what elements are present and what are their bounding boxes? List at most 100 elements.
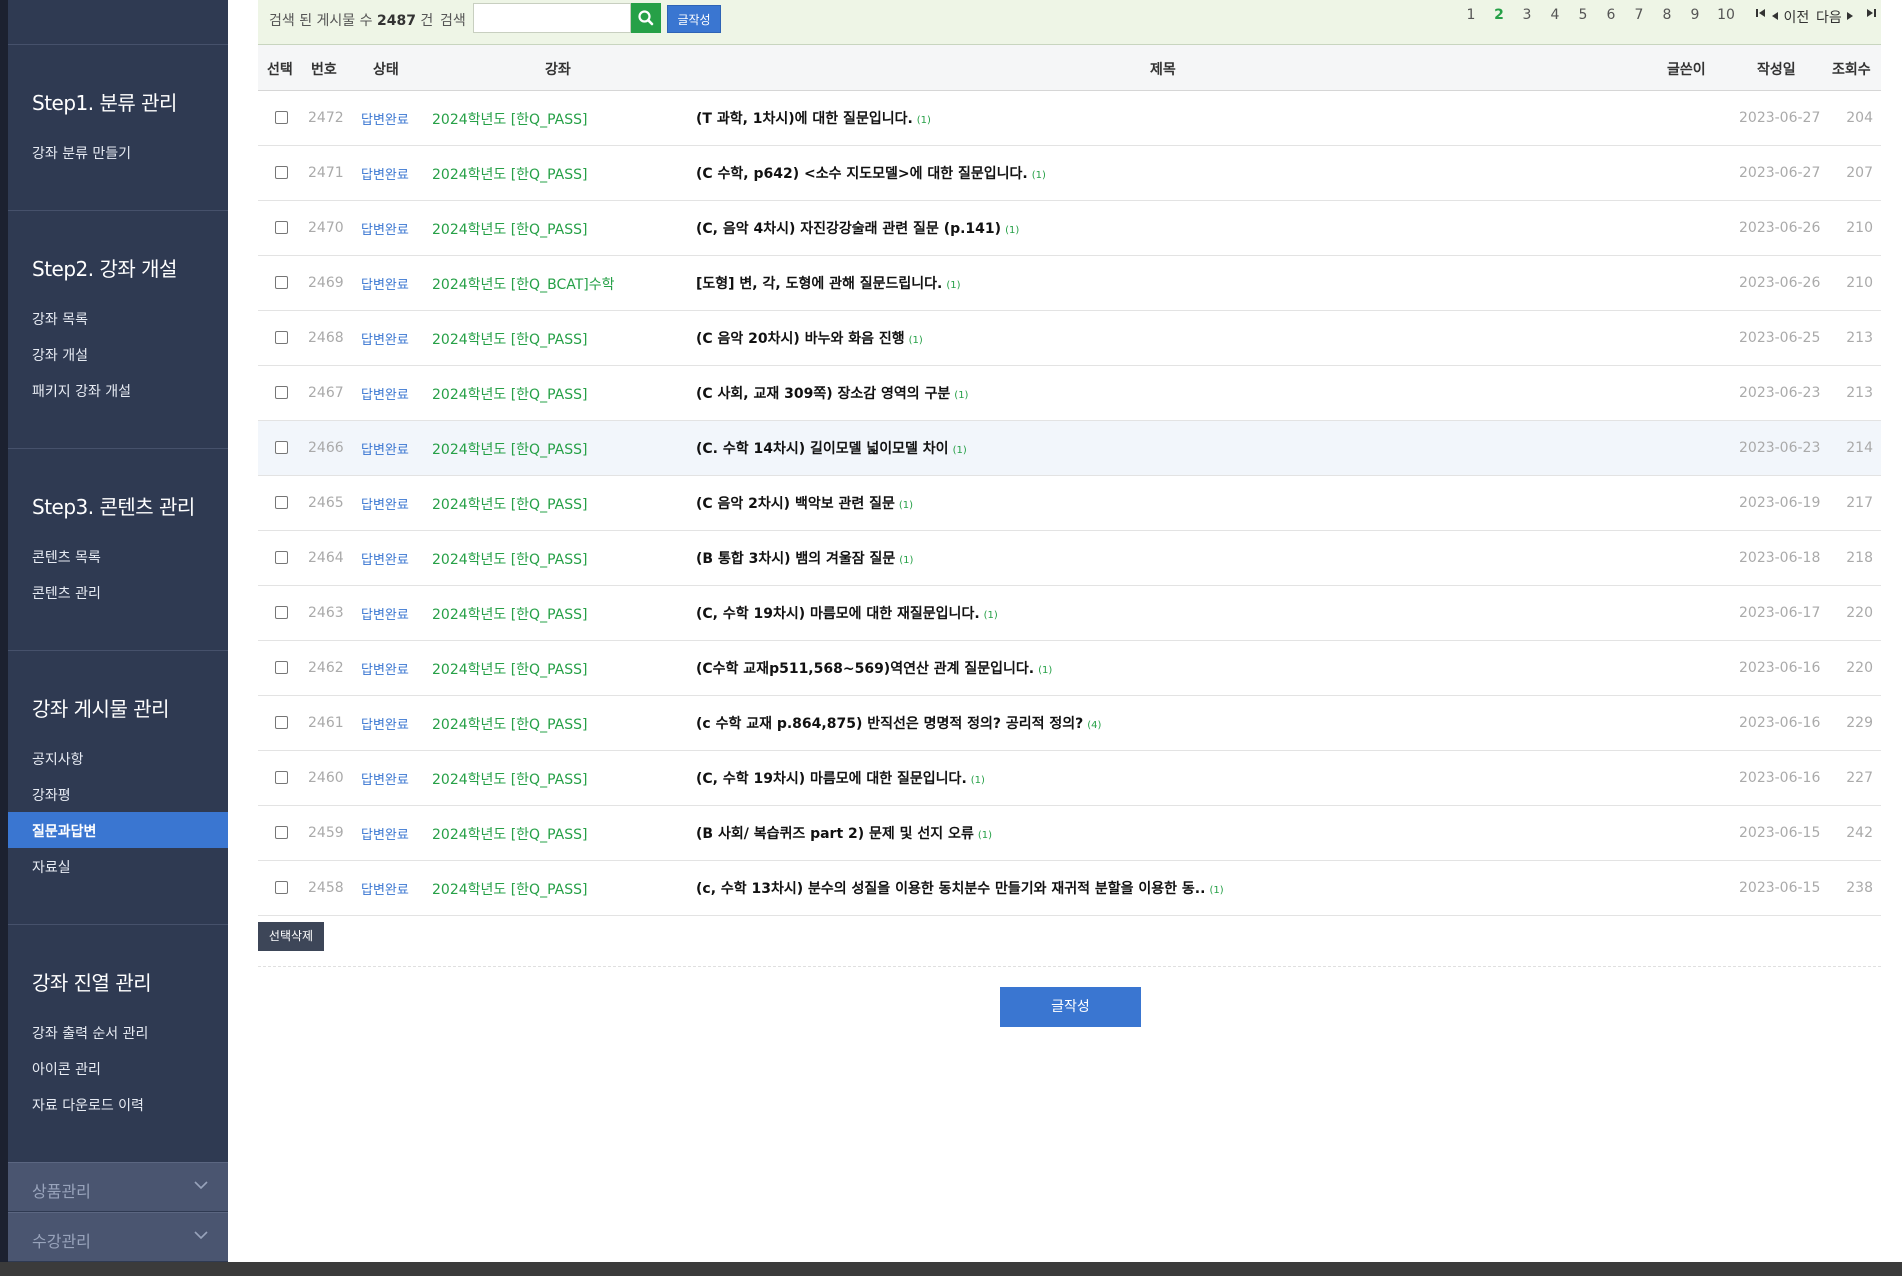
table-row[interactable]: 2462 답변완료 2024학년도 [한Q_PASS] (C수학 교재p511,…: [258, 641, 1881, 696]
row-checkbox[interactable]: [275, 716, 288, 729]
table-row[interactable]: 2466 답변완료 2024학년도 [한Q_PASS] (C. 수학 14차시)…: [258, 421, 1881, 476]
row-checkbox[interactable]: [275, 441, 288, 454]
table-row[interactable]: 2472 답변완료 2024학년도 [한Q_PASS] (T 과학, 1차시)에…: [258, 91, 1881, 146]
table-row[interactable]: 2469 답변완료 2024학년도 [한Q_BCAT]수학 [도형] 변, 각,…: [258, 256, 1881, 311]
table-row[interactable]: 2471 답변완료 2024학년도 [한Q_PASS] (C 수학, p642)…: [258, 146, 1881, 201]
row-checkbox[interactable]: [275, 496, 288, 509]
table-row[interactable]: 2468 답변완료 2024학년도 [한Q_PASS] (C 음악 20차시) …: [258, 311, 1881, 366]
page-link-7[interactable]: 7: [1629, 7, 1649, 23]
row-checkbox[interactable]: [275, 331, 288, 344]
row-title-link[interactable]: (C 음악 2차시) 백악보 관련 질문 (1): [696, 493, 913, 513]
table-row[interactable]: 2459 답변완료 2024학년도 [한Q_PASS] (B 사회/ 복습퀴즈 …: [258, 806, 1881, 861]
write-button[interactable]: 글작성: [1000, 987, 1141, 1027]
row-checkbox[interactable]: [275, 276, 288, 289]
sidebar-item-review[interactable]: 강좌평: [32, 785, 71, 805]
sidebar-section-title: Step1. 분류 관리: [32, 91, 177, 115]
row-checkbox[interactable]: [275, 386, 288, 399]
row-number: 2470: [308, 220, 344, 236]
table-row[interactable]: 2467 답변완료 2024학년도 [한Q_PASS] (C 사회, 교재 30…: [258, 366, 1881, 421]
row-title-link[interactable]: (B 통합 3차시) 뱀의 겨울잠 질문 (1): [696, 548, 913, 568]
row-title-link[interactable]: [도형] 변, 각, 도형에 관해 질문드립니다. (1): [696, 273, 961, 293]
sidebar-collapse-enrollment[interactable]: 수강관리: [8, 1212, 228, 1261]
page-link-10[interactable]: 10: [1711, 7, 1741, 23]
row-date: 2023-06-17: [1739, 605, 1821, 621]
sidebar-item-course-list[interactable]: 강좌 목록: [32, 309, 88, 329]
row-title-link[interactable]: (C 사회, 교재 309쪽) 장소감 영역의 구분 (1): [696, 383, 968, 403]
page-link-9[interactable]: 9: [1685, 7, 1705, 23]
sidebar-item-course-order[interactable]: 강좌 출력 순서 관리: [32, 1023, 148, 1043]
sidebar-section-title: 강좌 게시물 관리: [32, 697, 170, 721]
row-status: 답변완료: [361, 773, 409, 788]
row-title-link[interactable]: (C, 수학 19차시) 마름모에 대한 질문입니다. (1): [696, 768, 985, 788]
page-link-4[interactable]: 4: [1545, 7, 1565, 23]
sidebar-item-notice[interactable]: 공지사항: [32, 749, 84, 769]
table-row[interactable]: 2461 답변완료 2024학년도 [한Q_PASS] (c 수학 교재 p.8…: [258, 696, 1881, 751]
sidebar-section-course-open: Step2. 강좌 개설 강좌 목록 강좌 개설 패키지 강좌 개설: [8, 210, 228, 449]
sidebar-item-qna[interactable]: 질문과답변: [8, 812, 228, 848]
row-checkbox[interactable]: [275, 166, 288, 179]
row-checkbox[interactable]: [275, 881, 288, 894]
row-course: 2024학년도 [한Q_PASS]: [432, 662, 588, 678]
sidebar-item-package-course-open[interactable]: 패키지 강좌 개설: [32, 381, 131, 401]
row-number: 2461: [308, 715, 344, 731]
next-arrow-icon: [1847, 12, 1854, 20]
sidebar-item-course-open[interactable]: 강좌 개설: [32, 345, 88, 365]
row-title-link[interactable]: (T 과학, 1차시)에 대한 질문입니다. (1): [696, 108, 931, 128]
left-edge: [0, 0, 8, 1276]
row-checkbox[interactable]: [275, 661, 288, 674]
row-comment-count: (1): [1038, 665, 1053, 676]
row-title-link[interactable]: (C 음악 20차시) 바누와 화음 진행 (1): [696, 328, 923, 348]
table-row[interactable]: 2460 답변완료 2024학년도 [한Q_PASS] (C, 수학 19차시)…: [258, 751, 1881, 806]
table-row[interactable]: 2464 답변완료 2024학년도 [한Q_PASS] (B 통합 3차시) 뱀…: [258, 531, 1881, 586]
row-course: 2024학년도 [한Q_PASS]: [432, 222, 588, 238]
row-title: (C 음악 20차시) 바누와 화음 진행: [696, 331, 905, 347]
sidebar-item-label: 질문과답변: [32, 824, 97, 840]
row-title-link[interactable]: (C, 음악 4차시) 자진강강술래 관련 질문 (p.141) (1): [696, 218, 1019, 238]
sidebar-collapse-products[interactable]: 상품관리: [8, 1162, 228, 1211]
row-title-link[interactable]: (C, 수학 19차시) 마름모에 대한 재질문입니다. (1): [696, 603, 998, 623]
row-title-link[interactable]: (C수학 교재p511,568~569)역연산 관계 질문입니다. (1): [696, 658, 1052, 678]
row-date: 2023-06-27: [1739, 110, 1821, 126]
write-button-top[interactable]: 글작성: [667, 5, 721, 33]
search-input[interactable]: [473, 3, 631, 33]
first-page-button[interactable]: [1755, 7, 1767, 23]
sidebar-item-content-list[interactable]: 콘텐츠 목록: [32, 547, 101, 567]
page-link-3[interactable]: 3: [1517, 7, 1537, 23]
page-link-1[interactable]: 1: [1461, 7, 1481, 23]
search-button[interactable]: [631, 3, 661, 33]
table-row[interactable]: 2470 답변완료 2024학년도 [한Q_PASS] (C, 음악 4차시) …: [258, 201, 1881, 256]
row-title-link[interactable]: (B 사회/ 복습퀴즈 part 2) 문제 및 선지 오류 (1): [696, 823, 992, 843]
page-link-2[interactable]: 2: [1489, 7, 1509, 23]
row-title-link[interactable]: (C. 수학 14차시) 길이모델 넓이모델 차이 (1): [696, 438, 967, 458]
page-link-6[interactable]: 6: [1601, 7, 1621, 23]
sidebar-item-download-history[interactable]: 자료 다운로드 이력: [32, 1095, 144, 1115]
table-row[interactable]: 2463 답변완료 2024학년도 [한Q_PASS] (C, 수학 19차시)…: [258, 586, 1881, 641]
last-page-button[interactable]: [1865, 7, 1877, 23]
row-status: 답변완료: [361, 443, 409, 458]
sidebar-item-icon-manage[interactable]: 아이콘 관리: [32, 1059, 101, 1079]
row-date: 2023-06-18: [1739, 550, 1821, 566]
page-link-5[interactable]: 5: [1573, 7, 1593, 23]
sidebar-collapse-label: 상품관리: [32, 1182, 91, 1201]
row-title-link[interactable]: (C 수학, p642) <소수 지도모델>에 대한 질문입니다. (1): [696, 163, 1046, 183]
page-link-8[interactable]: 8: [1657, 7, 1677, 23]
row-checkbox[interactable]: [275, 111, 288, 124]
sidebar-item-create-category[interactable]: 강좌 분류 만들기: [32, 143, 131, 163]
sidebar-item-content-manage[interactable]: 콘텐츠 관리: [32, 583, 101, 603]
row-checkbox[interactable]: [275, 771, 288, 784]
header-select: 선택: [267, 62, 293, 78]
row-checkbox[interactable]: [275, 551, 288, 564]
next-page-button[interactable]: 다음: [1816, 7, 1854, 27]
row-course: 2024학년도 [한Q_PASS]: [432, 717, 588, 733]
row-checkbox[interactable]: [275, 826, 288, 839]
row-checkbox[interactable]: [275, 221, 288, 234]
table-row[interactable]: 2465 답변완료 2024학년도 [한Q_PASS] (C 음악 2차시) 백…: [258, 476, 1881, 531]
delete-selected-button[interactable]: 선택삭제: [258, 922, 324, 951]
prev-page-button[interactable]: 이전: [1771, 7, 1809, 27]
sidebar-item-resources[interactable]: 자료실: [32, 857, 71, 877]
row-title-link[interactable]: (c, 수학 13차시) 분수의 성질을 이용한 동치분수 만들기와 재귀적 분…: [696, 878, 1224, 898]
row-title-link[interactable]: (c 수학 교재 p.864,875) 반직선은 명명적 정의? 공리적 정의?…: [696, 713, 1101, 733]
table-row[interactable]: 2458 답변완료 2024학년도 [한Q_PASS] (c, 수학 13차시)…: [258, 861, 1881, 916]
bottom-bar: [0, 1262, 1902, 1276]
row-checkbox[interactable]: [275, 606, 288, 619]
